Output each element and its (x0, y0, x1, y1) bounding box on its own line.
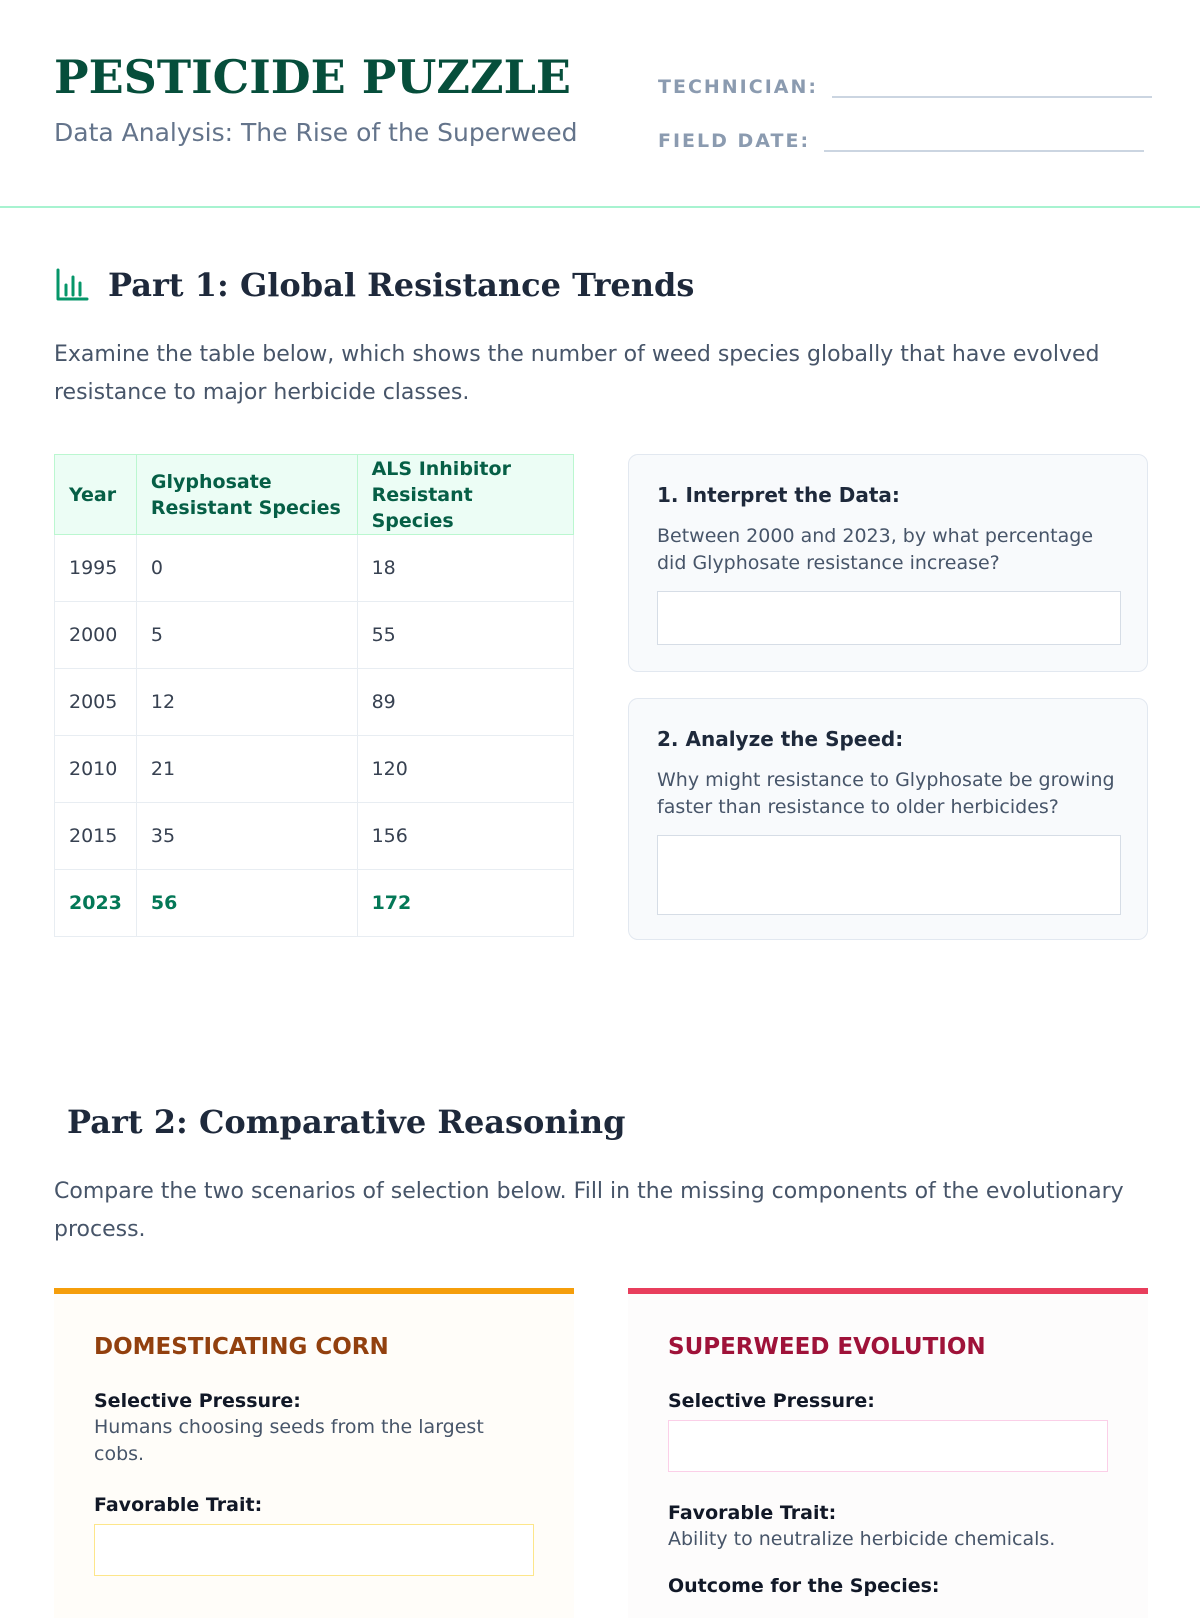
page-subtitle: Data Analysis: The Rise of the Superweed (54, 118, 578, 147)
part2-heading: Part 2: Comparative Reasoning (67, 1103, 625, 1141)
table-header-row: Year Glyphosate Resistant Species ALS In… (54, 454, 575, 535)
answer-box-speed[interactable] (657, 835, 1121, 915)
table-cell-als: 89 (356, 668, 575, 736)
resistance-table: Year Glyphosate Resistant Species ALS In… (54, 454, 575, 937)
table-cell-als: 172 (356, 869, 575, 937)
table-cell-als: 55 (356, 601, 575, 669)
table-row-highlight: 2023 56 172 (54, 869, 575, 937)
technician-field: TECHNICIAN: (658, 66, 1152, 98)
field-text-trait: Ability to neutralize herbicide chemical… (668, 1528, 1056, 1550)
field-label-outcome: Outcome for the Species: (668, 1575, 940, 1597)
table-row: 2005 12 89 (54, 668, 575, 736)
table-cell-als: 18 (356, 534, 575, 602)
part2-intro: Compare the two scenarios of selection b… (54, 1179, 1124, 1242)
table-header-cell: Year (54, 454, 137, 535)
table-row: 2010 21 120 (54, 735, 575, 803)
field-label-pressure: Selective Pressure: (668, 1390, 875, 1412)
question-title: 2. Analyze the Speed: (657, 727, 904, 751)
part1-heading: Part 1: Global Resistance Trends (54, 266, 694, 304)
part1-title: Part 1: Global Resistance Trends (108, 266, 695, 304)
field-date-label: FIELD DATE: (658, 130, 811, 152)
field-date-field: FIELD DATE: (658, 120, 1145, 152)
question-card-interpret: 1. Interpret the Data: Between 2000 and … (628, 454, 1148, 672)
question-text: Why might resistance to Glyphosate be gr… (657, 769, 1115, 818)
field-label-trait: Favorable Trait: (668, 1502, 837, 1524)
table-cell-year: 2015 (54, 802, 137, 870)
question-card-speed: 2. Analyze the Speed: Why might resistan… (628, 698, 1148, 940)
table-cell-glyphosate: 12 (135, 668, 358, 736)
fill-box-pressure[interactable] (668, 1420, 1108, 1472)
scenario-card-superweed: SUPERWEED EVOLUTION Selective Pressure: … (628, 1288, 1148, 1618)
technician-label: TECHNICIAN: (658, 76, 818, 98)
table-cell-als: 156 (356, 802, 575, 870)
part2-title: Part 2: Comparative Reasoning (67, 1103, 626, 1141)
table-cell-als: 120 (356, 735, 575, 803)
scenario-card-corn: DOMESTICATING CORN Selective Pressure: H… (54, 1288, 574, 1618)
table-header-cell: ALS Inhibitor Resistant Species (356, 454, 575, 535)
table-header-cell: Glyphosate Resistant Species (135, 454, 358, 535)
scenario-title: DOMESTICATING CORN (94, 1334, 389, 1360)
bar-chart-icon (56, 268, 89, 301)
scenario-title: SUPERWEED EVOLUTION (668, 1334, 986, 1360)
table-cell-year: 2005 (54, 668, 137, 736)
technician-input-line[interactable] (831, 66, 1152, 98)
table-cell-year: 2023 (54, 869, 137, 937)
answer-box-interpret[interactable] (657, 591, 1121, 645)
question-title: 1. Interpret the Data: (657, 483, 900, 507)
table-cell-glyphosate: 35 (135, 802, 358, 870)
table-row: 2000 5 55 (54, 601, 575, 669)
field-date-input-line[interactable] (824, 120, 1145, 152)
table-cell-glyphosate: 0 (135, 534, 358, 602)
worksheet-page: PESTICIDE PUZZLE Data Analysis: The Rise… (0, 0, 1200, 1618)
field-label-pressure: Selective Pressure: (94, 1390, 301, 1412)
table-row: 1995 0 18 (54, 534, 575, 602)
part1-intro: Examine the table below, which shows the… (54, 342, 1100, 405)
question-text: Between 2000 and 2023, by what percentag… (657, 525, 1094, 574)
fill-box-trait[interactable] (94, 1524, 534, 1576)
table-cell-glyphosate: 5 (135, 601, 358, 669)
page-title: PESTICIDE PUZZLE (54, 50, 571, 104)
table-cell-year: 2010 (54, 735, 137, 803)
table-cell-glyphosate: 21 (135, 735, 358, 803)
field-label-trait: Favorable Trait: (94, 1494, 263, 1516)
table-cell-glyphosate: 56 (135, 869, 358, 937)
table-cell-year: 2000 (54, 601, 137, 669)
field-text-pressure: Humans choosing seeds from the largest c… (94, 1416, 484, 1465)
table-row: 2015 35 156 (54, 802, 575, 870)
table-cell-year: 1995 (54, 534, 137, 602)
worksheet-header: PESTICIDE PUZZLE Data Analysis: The Rise… (0, 0, 1200, 208)
